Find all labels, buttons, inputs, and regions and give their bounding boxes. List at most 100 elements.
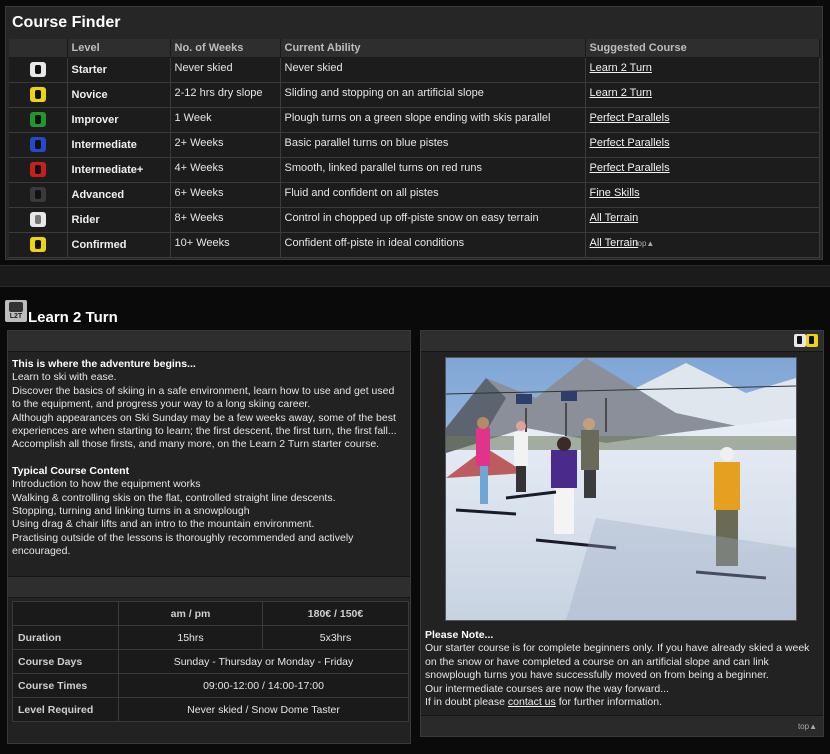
panel-footer-bar: top▲ bbox=[421, 715, 823, 736]
red-boot-icon bbox=[29, 162, 46, 177]
suggested-course-link[interactable]: Perfect Parallels bbox=[590, 162, 670, 174]
ski-slope-image bbox=[446, 358, 796, 620]
note-line: Our starter course is for complete begin… bbox=[425, 642, 810, 682]
level-cell: Confirmed bbox=[67, 232, 171, 258]
row-label: Level Required bbox=[12, 697, 119, 722]
grey-boot-icon bbox=[29, 212, 46, 227]
content-line: Stopping, turning and linking turns in a… bbox=[12, 505, 250, 518]
content-line: Walking & controlling skis on the flat, … bbox=[12, 491, 336, 504]
blue-boot-icon bbox=[29, 137, 46, 152]
weeks-cell: 10+ Weeks bbox=[170, 232, 281, 258]
table-row: Intermediate+ 4+ Weeks Smooth, linked pa… bbox=[9, 157, 820, 183]
section-separator bbox=[0, 265, 830, 287]
ski-lesson-photo bbox=[445, 357, 797, 621]
table-row: Duration 15hrs 5x3hrs bbox=[12, 625, 409, 650]
duration-cost: 5x3hrs bbox=[262, 625, 409, 650]
row-label: Duration bbox=[12, 625, 119, 650]
back-to-top-link[interactable]: top▲ bbox=[798, 722, 817, 731]
content-heading: Typical Course Content bbox=[12, 464, 130, 477]
intro-line: Accomplish all those firsts, and many mo… bbox=[12, 438, 380, 451]
level-icons bbox=[794, 334, 818, 350]
level-required-value: Never skied / Snow Dome Taster bbox=[118, 697, 409, 722]
duration-am-pm: 15hrs bbox=[118, 625, 263, 650]
intro-heading: This is where the adventure begins... bbox=[12, 358, 196, 370]
weeks-cell: 8+ Weeks bbox=[170, 207, 281, 233]
content-line: Introduction to how the equipment works bbox=[12, 478, 201, 491]
suggested-course-link[interactable]: Perfect Parallels bbox=[590, 112, 670, 124]
table-row: Novice 2-12 hrs dry slope Sliding and st… bbox=[9, 82, 820, 108]
level-header: Level bbox=[67, 39, 171, 58]
white-boot-icon bbox=[794, 334, 806, 347]
suggested-course-link[interactable]: Learn 2 Turn bbox=[590, 62, 652, 74]
course-description: This is where the adventure begins... Le… bbox=[8, 352, 410, 559]
contact-us-link[interactable]: contact us bbox=[508, 696, 556, 708]
weeks-cell: Never skied bbox=[170, 57, 281, 83]
table-header-row: Level No. of Weeks Current Ability Sugge… bbox=[9, 39, 820, 58]
weeks-cell: 1 Week bbox=[170, 107, 281, 133]
table-row: Intermediate 2+ Weeks Basic parallel tur… bbox=[9, 132, 820, 158]
course-finder-panel: Course Finder Level No. of Weeks Current… bbox=[5, 6, 823, 260]
ability-cell: Confident off-piste in ideal conditions bbox=[280, 232, 586, 258]
suggested-course-link[interactable]: All Terrain bbox=[590, 212, 639, 224]
row-label: Course Days bbox=[12, 649, 119, 674]
price-col-am-pm: am / pm bbox=[118, 601, 263, 626]
ability-cell: Basic parallel turns on blue pistes bbox=[280, 132, 586, 158]
panel-header-bar bbox=[421, 331, 823, 352]
course-title: Learn 2 Turn bbox=[28, 309, 118, 326]
course-days-value: Sunday - Thursday or Monday - Friday bbox=[118, 649, 409, 674]
course-finder-title: Course Finder bbox=[12, 14, 121, 31]
panel-divider-bar bbox=[8, 576, 410, 598]
course-note: Please Note... Our starter course is for… bbox=[425, 629, 820, 709]
intro-line: Discover the basics of skiing in a safe … bbox=[12, 384, 395, 411]
course-description-panel: This is where the adventure begins... Le… bbox=[7, 330, 411, 744]
weeks-cell: 2+ Weeks bbox=[170, 132, 281, 158]
suggested-course-link[interactable]: Fine Skills bbox=[590, 187, 640, 199]
price-header-row: am / pm 180€ / 150€ bbox=[12, 601, 409, 626]
table-row: Course Times 09:00-12:00 / 14:00-17:00 bbox=[12, 673, 409, 698]
note-line: Our intermediate courses are now the way… bbox=[425, 682, 669, 695]
ability-cell: Control in chopped up off-piste snow on … bbox=[280, 207, 586, 233]
panel-header-bar bbox=[8, 331, 410, 352]
table-row: Improver 1 Week Plough turns on a green … bbox=[9, 107, 820, 133]
note-contact-line: If in doubt please contact us for furthe… bbox=[425, 696, 662, 709]
table-row: Rider 8+ Weeks Control in chopped up off… bbox=[9, 207, 820, 233]
black-boot-icon bbox=[29, 187, 46, 202]
ability-cell: Fluid and confident on all pistes bbox=[280, 182, 586, 208]
table-row: Starter Never skied Never skied Learn 2 … bbox=[9, 57, 820, 83]
suggested-course-link[interactable]: All Terrain bbox=[590, 237, 639, 249]
content-line: Using drag & chair lifts and an intro to… bbox=[12, 518, 315, 531]
course-finder-table: Level No. of Weeks Current Ability Sugge… bbox=[9, 39, 820, 258]
weeks-cell: 6+ Weeks bbox=[170, 182, 281, 208]
table-row: Course Days Sunday - Thursday or Monday … bbox=[12, 649, 409, 674]
intro-line: Learn to ski with ease. bbox=[12, 371, 117, 384]
ability-cell: Plough turns on a green slope ending wit… bbox=[280, 107, 586, 133]
course-times-value: 09:00-12:00 / 14:00-17:00 bbox=[118, 673, 409, 698]
table-row: Advanced 6+ Weeks Fluid and confident on… bbox=[9, 182, 820, 208]
back-to-top-link[interactable]: top▲ bbox=[635, 239, 654, 248]
weeks-header: No. of Weeks bbox=[170, 39, 281, 58]
price-col-cost: 180€ / 150€ bbox=[262, 601, 409, 626]
ability-cell: Never skied bbox=[280, 57, 586, 83]
level-cell: Improver bbox=[67, 107, 171, 133]
suggested-course-link[interactable]: Learn 2 Turn bbox=[590, 87, 652, 99]
ability-header: Current Ability bbox=[280, 39, 586, 58]
level-cell: Intermediate bbox=[67, 132, 171, 158]
level-cell: Rider bbox=[67, 207, 171, 233]
level-cell: Novice bbox=[67, 82, 171, 108]
level-cell: Starter bbox=[67, 57, 171, 83]
suggested-course-link[interactable]: Perfect Parallels bbox=[590, 137, 670, 149]
weeks-cell: 2-12 hrs dry slope bbox=[170, 82, 281, 108]
content-line: Practising outside of the lessons is tho… bbox=[12, 531, 354, 558]
intro-line: Although appearances on Ski Sunday may b… bbox=[12, 411, 397, 438]
yellow-boot-icon bbox=[29, 87, 46, 102]
icon-header bbox=[9, 39, 68, 58]
l2t-badge-icon: L2T bbox=[5, 300, 27, 322]
table-row: Level Required Never skied / Snow Dome T… bbox=[12, 697, 409, 722]
course-photo-panel: Please Note... Our starter course is for… bbox=[420, 330, 824, 737]
level-cell: Intermediate+ bbox=[67, 157, 171, 183]
ability-cell: Smooth, linked parallel turns on red run… bbox=[280, 157, 586, 183]
yellow-boot-icon bbox=[806, 334, 818, 347]
note-heading: Please Note... bbox=[425, 629, 494, 641]
white-boot-icon bbox=[29, 62, 46, 77]
row-label: Course Times bbox=[12, 673, 119, 698]
